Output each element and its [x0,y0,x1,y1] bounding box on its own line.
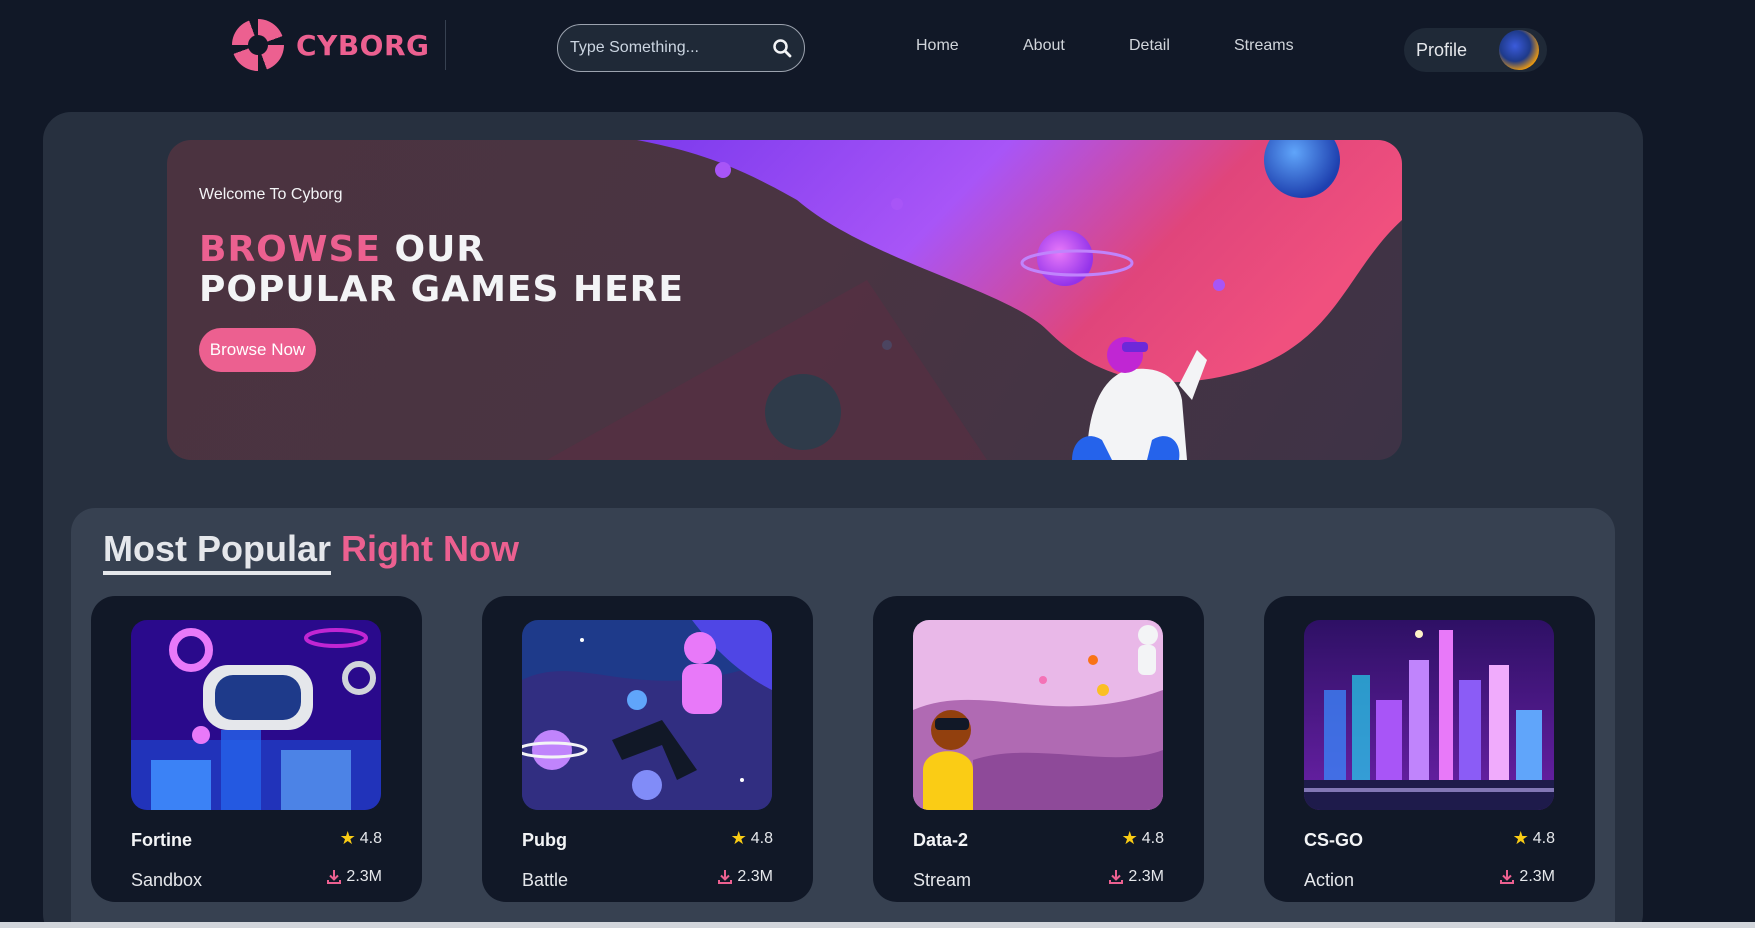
download-icon [1109,870,1124,884]
hero-banner: Welcome To Cyborg BROWSE OUR POPULAR GAM… [167,140,1402,460]
logo-mark-icon [232,19,284,71]
headline-line2: POPULAR GAMES HERE [199,269,684,310]
horizontal-scrollbar[interactable] [0,922,1755,928]
top-header: CYBORG Home About Detail Streams Profile [0,0,1755,100]
game-genre: Stream [913,870,972,890]
game-name: Fortine [131,830,192,850]
section-title-primary: Most Popular [103,528,332,575]
star-icon: ★ [1121,828,1138,848]
search-box [557,24,805,72]
game-genre: Sandbox [131,870,203,890]
welcome-text: Welcome To Cyborg [199,186,343,203]
game-name: Data-2 [913,830,969,850]
game-thumbnail [522,620,772,810]
game-genre: Battle [522,870,569,890]
game-genre: Action [1304,870,1355,890]
game-card[interactable]: Data-2 ★ 4.8 Stream 2.3M [873,596,1204,902]
rating-value: 4.8 [359,829,382,847]
game-thumbnail [131,620,381,810]
section-title-accent: Right Now [341,528,519,569]
star-icon: ★ [730,828,747,848]
game-rating: ★ 4.8 [731,828,773,849]
avatar [1499,30,1539,70]
brand-name: CYBORG [296,28,430,62]
rating-value: 4.8 [1141,829,1164,847]
download-icon [718,870,733,884]
rating-value: 4.8 [1532,829,1555,847]
most-popular-section: Most Popular Right Now Fortine ★ 4.8 Sandb… [71,508,1615,928]
profile-button[interactable]: Profile [1404,28,1547,72]
header-divider [445,20,446,70]
game-thumbnail [913,620,1163,810]
download-icon [1500,870,1515,884]
game-rating: ★ 4.8 [1513,828,1555,849]
headline-accent: BROWSE [199,229,381,270]
game-downloads: 2.3M [1108,868,1164,886]
banner-headline: BROWSE OUR POPULAR GAMES HERE [199,230,684,310]
nav-item-detail[interactable]: Detail [1129,37,1170,55]
game-card[interactable]: Fortine ★ 4.8 Sandbox 2.3M [91,596,422,902]
game-name: CS-GO [1304,830,1364,850]
nav-item-streams[interactable]: Streams [1234,37,1294,55]
star-icon: ★ [339,828,356,848]
downloads-value: 2.3M [737,868,773,885]
game-rating: ★ 4.8 [340,828,382,849]
game-card[interactable]: Pubg ★ 4.8 Battle 2.3M [482,596,813,902]
download-icon [327,870,342,884]
search-icon[interactable] [772,38,792,58]
game-thumbnail [1304,620,1554,810]
section-title: Most Popular Right Now [103,528,519,575]
headline-rest: OUR [394,229,486,270]
rating-value: 4.8 [750,829,773,847]
brand-logo[interactable]: CYBORG [232,19,430,71]
game-downloads: 2.3M [717,868,773,886]
game-downloads: 2.3M [1499,868,1555,886]
star-icon: ★ [1512,828,1529,848]
nav-item-about[interactable]: About [1023,37,1065,55]
search-input[interactable] [570,39,760,57]
downloads-value: 2.3M [1519,868,1555,885]
profile-label: Profile [1416,39,1468,60]
game-downloads: 2.3M [326,868,382,886]
game-card[interactable]: CS-GO ★ 4.8 Action 2.3M [1264,596,1595,902]
browse-now-button[interactable]: Browse Now [199,328,316,372]
game-rating: ★ 4.8 [1122,828,1164,849]
nav-item-home[interactable]: Home [916,37,959,55]
downloads-value: 2.3M [1128,868,1164,885]
downloads-value: 2.3M [346,868,382,885]
game-name: Pubg [522,830,567,850]
